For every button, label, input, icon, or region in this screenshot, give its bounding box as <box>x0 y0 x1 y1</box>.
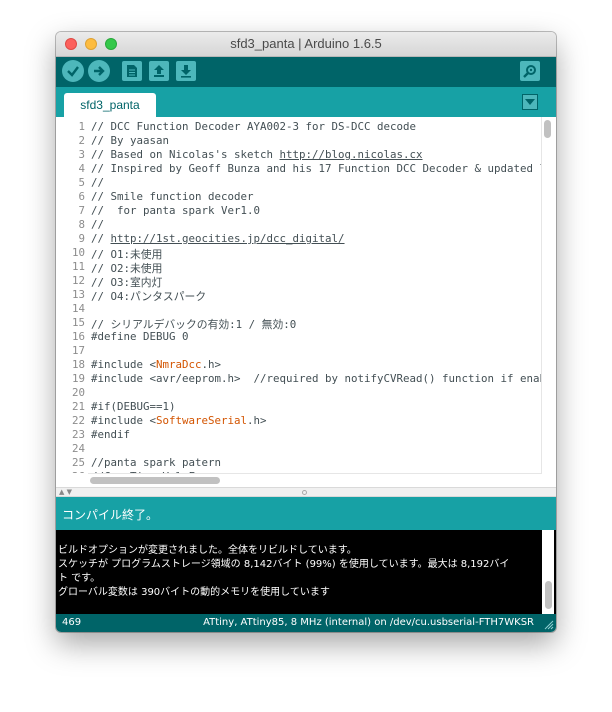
code-line: // for panta spark Ver1.0 <box>91 204 261 217</box>
code-line: #include <SoftwareSerial.h> <box>91 414 267 427</box>
line-number: 23 <box>71 428 85 441</box>
line-number: 20 <box>71 386 85 399</box>
window-title: sfd3_panta | Arduino 1.6.5 <box>230 36 382 51</box>
code-line: // <box>91 218 105 231</box>
line-number: 1 <box>78 120 85 133</box>
line-number: 9 <box>78 232 85 245</box>
code-line: // http://1st.geocities.jp/dcc_digital/ <box>91 232 345 245</box>
status-bar: コンパイル終了。 <box>56 497 556 530</box>
save-icon <box>181 65 191 78</box>
editor-horizontal-scroll-thumb[interactable] <box>90 477 220 484</box>
line-number: 3 <box>78 148 85 161</box>
console-line: ト です。 <box>58 573 101 584</box>
code-line: #include <avr/eeprom.h> //required by no… <box>91 372 542 385</box>
line-number: 2 <box>78 134 85 147</box>
line-number: 12 <box>71 274 85 287</box>
line-number: 5 <box>78 176 85 189</box>
code-line: #endif <box>91 428 131 441</box>
code-line: //panta spark patern <box>91 456 222 469</box>
board-port-info: ATtiny, ATtiny85, 8 MHz (internal) on /d… <box>203 617 534 628</box>
tab-menu-button[interactable] <box>522 94 538 110</box>
line-number: 6 <box>78 190 85 203</box>
toolbar <box>56 57 556 87</box>
code-editor[interactable]: 1 // DCC Function Decoder AYA002-3 for DS… <box>56 117 556 487</box>
console-scroll-thumb[interactable] <box>545 581 552 609</box>
footer-bar: 469 ATtiny, ATtiny85, 8 MHz (internal) o… <box>56 614 556 632</box>
status-message: コンパイル終了。 <box>62 508 159 522</box>
verify-icon <box>67 66 79 77</box>
collapse-arrows-icon[interactable]: ▲ ▼ <box>59 488 72 497</box>
code-line: // By yaasan <box>91 134 170 147</box>
code-line: // <box>91 176 105 189</box>
code-line: #define DEBUG 0 <box>91 330 189 343</box>
code-line: #if(DEBUG==1) <box>91 400 176 413</box>
console-line: グローバル変数は 390バイトの動的メモリを使用しています <box>58 587 330 598</box>
line-number: 26 <box>56 470 85 473</box>
code-line: // Based on Nicolas's sketch http://blog… <box>91 148 423 161</box>
new-sketch-button[interactable] <box>122 61 142 81</box>
code-line: #include <NmraDcc.h> <box>91 358 222 371</box>
new-icon <box>127 65 137 77</box>
open-icon <box>154 65 164 77</box>
line-number: 11 <box>71 260 85 273</box>
serial-monitor-icon <box>523 65 536 78</box>
line-number: 15 <box>71 316 85 329</box>
editor-vertical-scrollbar[interactable] <box>541 117 554 473</box>
line-number: 22 <box>71 414 85 427</box>
code-line: // DCC Function Decoder AYA002-3 for DS-… <box>91 120 417 133</box>
line-number: 7 <box>78 204 85 217</box>
code-line: // Inspired by Geoff Bunza and his 17 Fu… <box>91 162 542 175</box>
line-number: 17 <box>71 344 85 357</box>
console-output: ビルドオプションが変更されました。全体をリビルドしています。スケッチが プログラ… <box>56 530 556 614</box>
upload-button[interactable] <box>88 60 110 82</box>
line-number: 10 <box>71 246 85 259</box>
save-sketch-button[interactable] <box>176 61 196 81</box>
line-number: 18 <box>71 358 85 371</box>
line-number: 16 <box>71 330 85 343</box>
line-number: 25 <box>71 456 85 469</box>
open-sketch-button[interactable] <box>149 61 169 81</box>
console-scrollbar[interactable] <box>542 530 554 614</box>
current-line-number: 469 <box>62 617 82 628</box>
editor-vertical-scroll-thumb[interactable] <box>544 120 551 138</box>
line-number: 14 <box>71 302 85 315</box>
upload-icon <box>94 66 105 76</box>
code-lines: 1 // DCC Function Decoder AYA002-3 for DS… <box>56 120 542 473</box>
splitter-handle-icon[interactable] <box>302 490 307 495</box>
console-splitter[interactable]: ▲ ▼ <box>56 487 556 497</box>
arduino-window: sfd3_panta | Arduino 1.6.5 sfd3_panta 1 /… <box>56 32 556 632</box>
line-number: 8 <box>78 218 85 231</box>
code-line: // Smile function decoder <box>91 190 254 203</box>
serial-monitor-button[interactable] <box>520 61 540 81</box>
line-number: 24 <box>71 442 85 455</box>
line-number: 13 <box>71 288 85 301</box>
resize-grip-icon[interactable] <box>544 620 554 630</box>
title-bar: sfd3_panta | Arduino 1.6.5 <box>56 32 556 57</box>
code-line: // O4:パンタスパーク <box>91 290 207 303</box>
console-line: スケッチが プログラムストレージ領域の 8,142バイト (99%) を使用して… <box>58 559 510 570</box>
editor-horizontal-scrollbar[interactable] <box>88 473 542 486</box>
line-number: 4 <box>78 162 85 175</box>
line-number: 19 <box>71 372 85 385</box>
chevron-down-icon <box>525 99 535 105</box>
tab-bar: sfd3_panta <box>56 87 556 117</box>
tab-sfd3-panta[interactable]: sfd3_panta <box>64 93 156 117</box>
console-line: ビルドオプションが変更されました。全体をリビルドしています。 <box>58 545 357 556</box>
line-number: 21 <box>71 400 85 413</box>
verify-button[interactable] <box>62 60 84 82</box>
